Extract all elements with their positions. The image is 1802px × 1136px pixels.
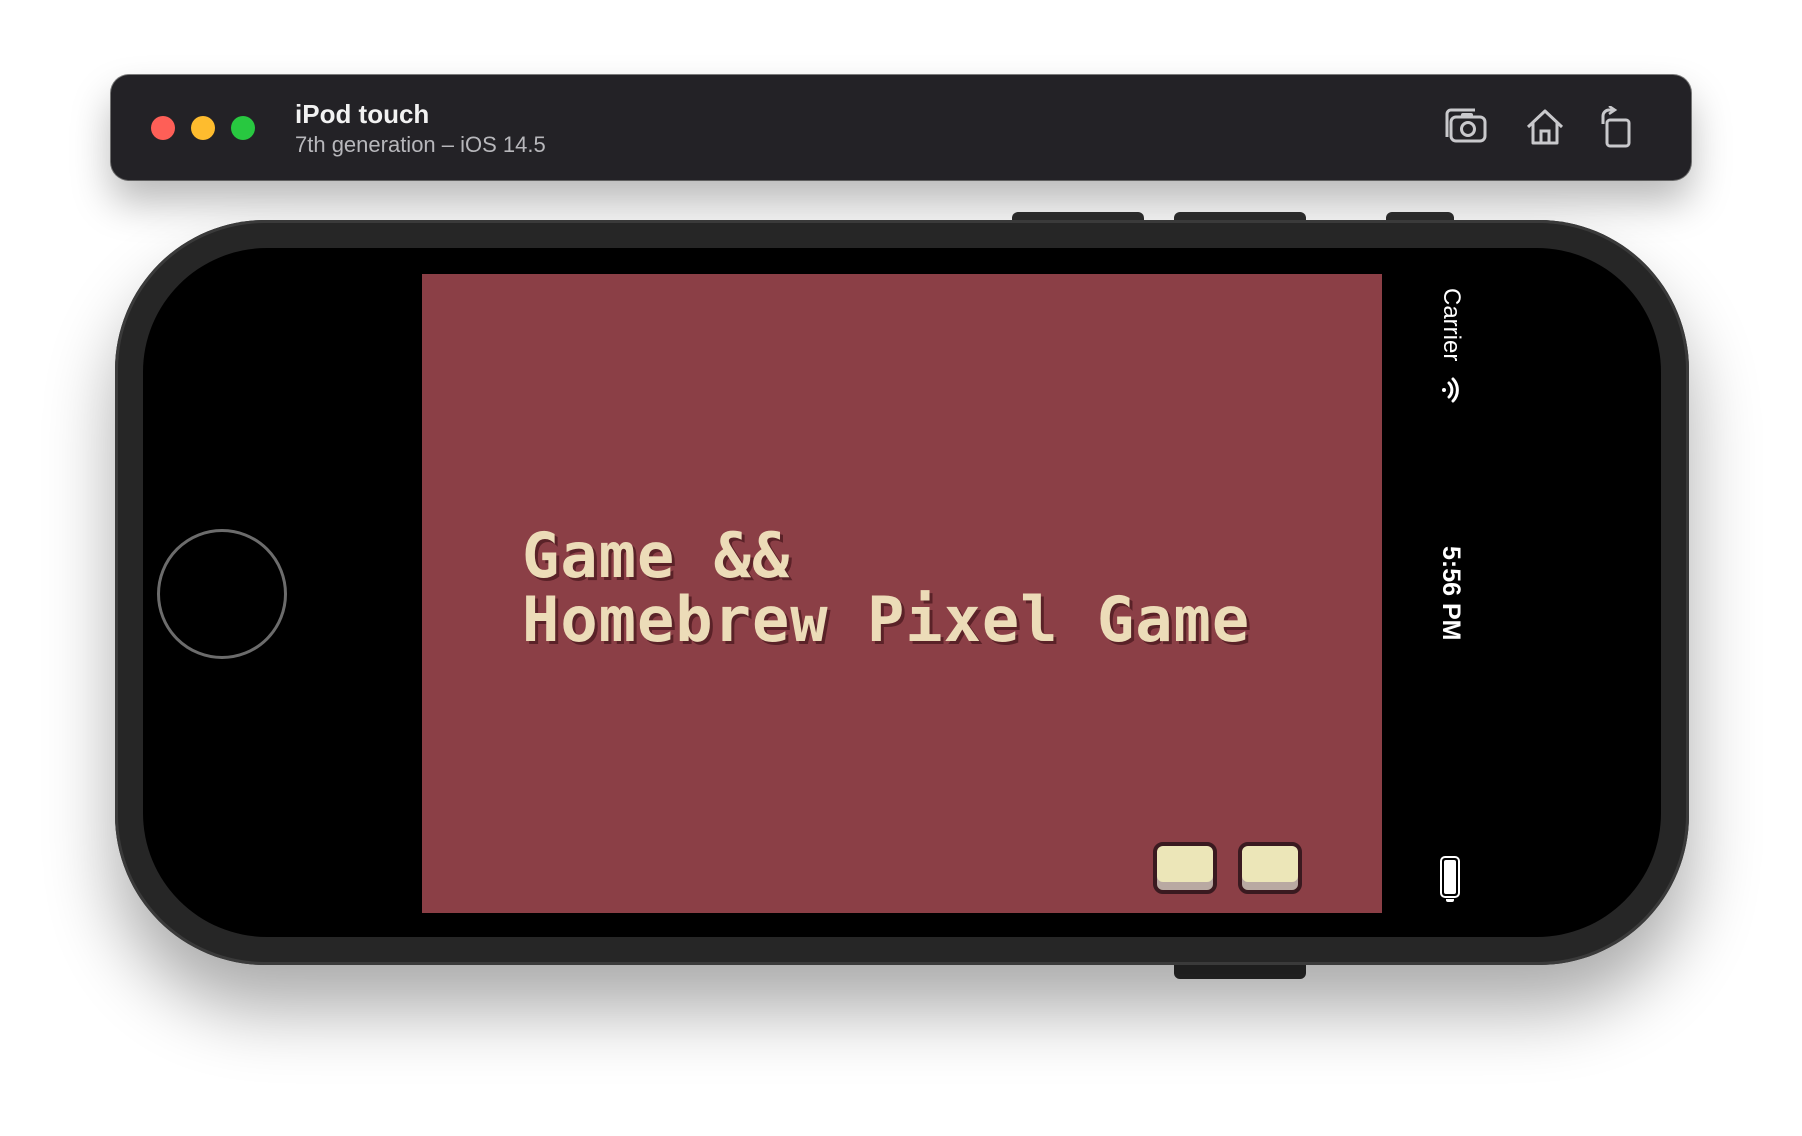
home-button-toolbar[interactable] [1522,105,1568,149]
close-window-button[interactable] [151,116,175,140]
game-button-a[interactable] [1153,842,1217,894]
game-screen[interactable]: Game && Homebrew Pixel Game [422,274,1382,913]
wifi-icon [1442,377,1459,403]
rotate-button[interactable] [1594,105,1640,149]
battery-level [1444,860,1456,894]
game-button-b[interactable] [1238,842,1302,894]
rotate-icon [1601,106,1631,148]
screenshot-icon [1445,108,1487,143]
home-icon [1526,109,1564,145]
status-time: 5:56 PM [1437,546,1465,641]
device-home-button[interactable] [157,529,287,659]
status-carrier: Carrier [1438,288,1465,362]
game-title: Game && Homebrew Pixel Game [522,524,1250,652]
device-name: iPod touch [295,99,430,129]
screenshot-button[interactable] [1444,105,1490,149]
device-subtitle: 7th generation – iOS 14.5 [295,132,546,157]
bottom-button [1174,965,1306,979]
battery-cap [1446,899,1454,902]
game-title-line2: Homebrew Pixel Game [522,583,1251,656]
zoom-window-button[interactable] [231,116,255,140]
simulator-titlebar: iPod touch 7th generation – iOS 14.5 [111,75,1691,180]
battery-icon [1440,856,1460,898]
game-title-line1: Game && [522,519,791,592]
minimize-window-button[interactable] [191,116,215,140]
